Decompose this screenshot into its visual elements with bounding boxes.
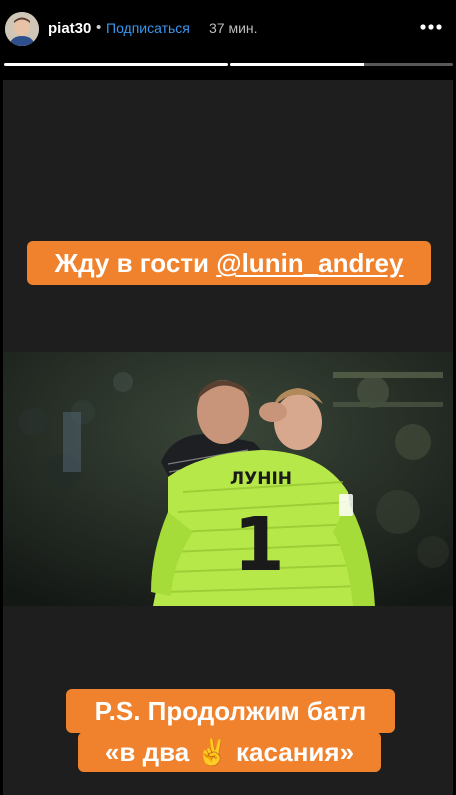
- more-horizontal-icon[interactable]: [419, 20, 443, 34]
- avatar[interactable]: [5, 12, 39, 46]
- caption-text: P.S. Продолжим батл: [94, 696, 367, 726]
- mention-link[interactable]: @lunin_andrey: [216, 248, 403, 278]
- caption-text: касания»: [228, 737, 355, 767]
- caption-sticker-bottom-line1: P.S. Продолжим батл: [66, 689, 395, 733]
- story-viewer[interactable]: piat30 • Подписаться 37 мин. Жду в гости…: [0, 0, 456, 795]
- jersey-name: ЛУНІН: [230, 469, 292, 489]
- jersey-number: 1: [233, 502, 285, 588]
- avatar-image: [5, 12, 39, 46]
- username[interactable]: piat30: [48, 20, 91, 37]
- subscribe-button[interactable]: Подписаться: [106, 20, 190, 36]
- story-progress-segment-2: [230, 63, 453, 66]
- caption-text: «в два: [104, 737, 197, 767]
- football-players-image: ЛУНІН 1: [3, 352, 453, 606]
- caption-text: Жду в гости: [54, 248, 217, 278]
- victory-hand-icon: ✌: [196, 737, 229, 767]
- story-progress-segment-1: [4, 63, 228, 66]
- separator-dot: •: [96, 19, 102, 36]
- caption-sticker-bottom-line2: «в два ✌ касания»: [78, 732, 381, 772]
- caption-sticker-top: Жду в гости @lunin_andrey: [27, 241, 431, 285]
- story-photo: ЛУНІН 1: [3, 352, 453, 606]
- timestamp: 37 мин.: [209, 20, 258, 36]
- story-header: piat30 • Подписаться 37 мин.: [0, 0, 456, 60]
- progress-fill: [4, 63, 228, 66]
- progress-fill: [230, 63, 364, 66]
